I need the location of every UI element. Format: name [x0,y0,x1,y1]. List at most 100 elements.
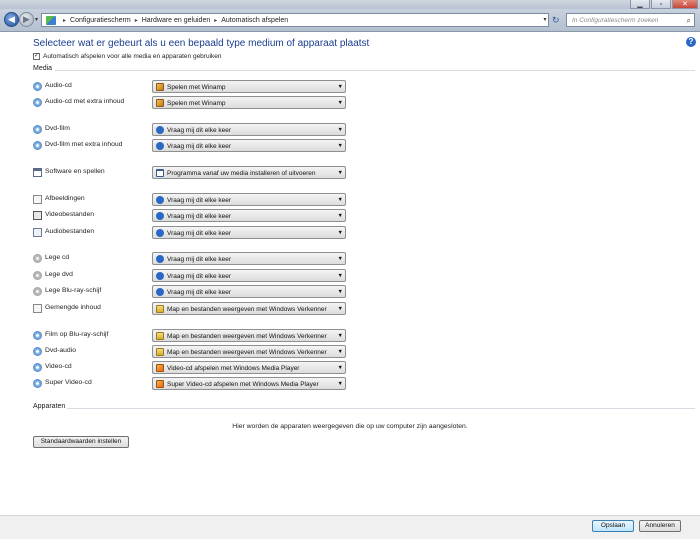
maximize-button[interactable]: ▫ [651,0,671,9]
media-action-value: Vraag mij dit elke keer [167,229,232,237]
media-row-label: Software en spellen [45,168,105,175]
breadcrumb-item-configuratiescherm[interactable]: Configuratiescherm [70,17,131,24]
chevron-down-icon: ▾ [35,17,39,23]
refresh-button[interactable]: ↻ [552,14,562,26]
media-action-select[interactable]: Map en bestanden weergeven met Windows V… [152,345,346,358]
disc-icon [33,287,42,296]
chevron-right-icon[interactable]: ▸ [214,17,217,24]
winamp-icon [156,83,164,91]
media-row: Afbeeldingen Vraag mij dit elke keer ▼ [33,193,348,206]
media-action-value: Vraag mij dit elke keer [167,126,232,134]
breadcrumb[interactable]: ▸ Configuratiescherm ▸ Hardware en gelui… [41,13,549,27]
media-action-select[interactable]: Vraag mij dit elke keer ▼ [152,193,346,206]
back-button[interactable]: ◀ [4,12,19,27]
media-action-select[interactable]: Vraag mij dit elke keer ▼ [152,252,346,265]
autoplay-checkbox-row[interactable]: ✓ Automatisch afspelen voor alle media e… [33,53,222,60]
media-action-select[interactable]: Spelen met Winamp ▼ [152,96,346,109]
media-action-select[interactable]: Vraag mij dit elke keer ▼ [152,209,346,222]
question-icon [156,229,164,237]
media-action-select[interactable]: Vraag mij dit elke keer ▼ [152,269,346,282]
media-action-value: Vraag mij dit elke keer [167,212,232,220]
breadcrumb-item-autoplay[interactable]: Automatisch afspelen [221,17,288,24]
cd-icon [33,82,42,91]
media-row: Lege Blu-ray-schijf Vraag mij dit elke ke… [33,285,348,298]
chevron-right-icon[interactable]: ▸ [63,17,66,24]
media-action-value: Map en bestanden weergeven met Windows V… [167,305,327,313]
chevron-down-icon: ▼ [337,170,343,176]
media-row-label: Dvd-film [45,125,70,132]
media-action-select[interactable]: Super Video-cd afspelen met Windows Medi… [152,377,346,390]
media-row-label: Super Video-cd [45,379,92,386]
software-icon [33,168,42,177]
media-action-value: Vraag mij dit elke keer [167,255,232,263]
forward-button[interactable]: ▶ [19,12,34,27]
media-row-label: Lege cd [45,254,70,261]
close-button[interactable]: ✕ [672,0,698,9]
media-section-divider [55,70,695,71]
chevron-down-icon: ▾ [543,17,547,23]
chevron-down-icon: ▼ [337,230,343,236]
media-action-value: Spelen met Winamp [167,99,226,107]
media-row-label: Audiobestanden [45,228,95,235]
media-action-select[interactable]: Vraag mij dit elke keer ▼ [152,285,346,298]
media-action-select[interactable]: Video-cd afspelen met Windows Media Play… [152,361,346,374]
media-action-value: Map en bestanden weergeven met Windows V… [167,348,327,356]
disc-icon [33,254,42,263]
chevron-down-icon: ▼ [337,197,343,203]
cancel-button[interactable]: Annuleren [639,520,681,532]
question-icon [156,288,164,296]
media-row: Video-cd Video-cd afspelen met Windows Me… [33,361,348,374]
media-action-select[interactable]: Vraag mij dit elke keer ▼ [152,123,346,136]
address-bar: ◀ ▶ ▾ ▸ Configuratiescherm ▸ Hardware en… [0,9,700,32]
media-action-select[interactable]: Programma vanaf uw media installeren of … [152,166,346,179]
media-row-label: Video-cd [45,363,72,370]
title-bar: ▁ ▫ ✕ [0,0,700,9]
minimize-button[interactable]: ▁ [630,0,650,9]
arrow-right-icon: ▶ [23,14,30,24]
media-action-value: Map en bestanden weergeven met Windows V… [167,332,327,340]
devices-section-divider [67,408,695,409]
file-icon [33,304,42,313]
media-row: Lege cd Vraag mij dit elke keer ▼ [33,252,348,265]
media-action-select[interactable]: Spelen met Winamp ▼ [152,80,346,93]
media-action-select[interactable]: Map en bestanden weergeven met Windows V… [152,329,346,342]
address-dropdown[interactable]: ▾ [541,14,549,26]
media-row: Film op Blu-ray-schijf Map en bestanden w… [33,329,348,342]
media-row-label: Afbeeldingen [45,195,85,202]
autoplay-checkbox-label[interactable]: Automatisch afspelen voor alle media en … [43,53,222,60]
reset-defaults-button[interactable]: Standaardwaarden instellen [33,436,129,448]
history-dropdown[interactable]: ▾ [35,16,38,23]
media-action-select[interactable]: Vraag mij dit elke keer ▼ [152,226,346,239]
audio-file-icon [33,228,42,237]
question-icon [156,142,164,150]
media-row: Audio-cd met extra inhoud Spelen met Wina… [33,96,348,109]
media-row: Super Video-cd Super Video-cd afspelen me… [33,377,348,390]
search-input[interactable]: In Configuratiescherm zoeken ⌕ [566,13,695,27]
devices-message: Hier worden de apparaten weergegeven die… [232,423,468,430]
media-row: Software en spellen Programma vanaf uw me… [33,166,348,179]
media-action-value: Vraag mij dit elke keer [167,288,232,296]
save-button[interactable]: Opslaan [592,520,634,532]
search-icon[interactable]: ⌕ [687,16,691,26]
chevron-right-icon[interactable]: ▸ [135,17,138,24]
arrow-left-icon: ◀ [8,14,15,24]
question-icon [156,255,164,263]
cd-icon [33,98,42,107]
media-action-value: Vraag mij dit elke keer [167,272,232,280]
breadcrumb-item-hardware[interactable]: Hardware en geluiden [142,17,211,24]
winamp-icon [156,99,164,107]
cd-icon [33,379,42,388]
install-icon [156,169,164,177]
media-row-label: Audio-cd met extra inhoud [45,98,125,105]
help-icon[interactable]: ? [686,37,696,47]
chevron-down-icon: ▼ [337,349,343,355]
chevron-down-icon: ▼ [337,273,343,279]
cd-icon [33,125,42,134]
media-row-label: Lege Blu-ray-schijf [45,287,102,294]
folder-icon [156,332,164,340]
media-row: Dvd-film Vraag mij dit elke keer ▼ [33,123,348,136]
autoplay-checkbox[interactable]: ✓ [33,53,40,60]
media-action-select[interactable]: Vraag mij dit elke keer ▼ [152,139,346,152]
media-action-select[interactable]: Map en bestanden weergeven met Windows V… [152,302,346,315]
media-row: Gemengde inhoud Map en bestanden weergeve… [33,302,348,315]
